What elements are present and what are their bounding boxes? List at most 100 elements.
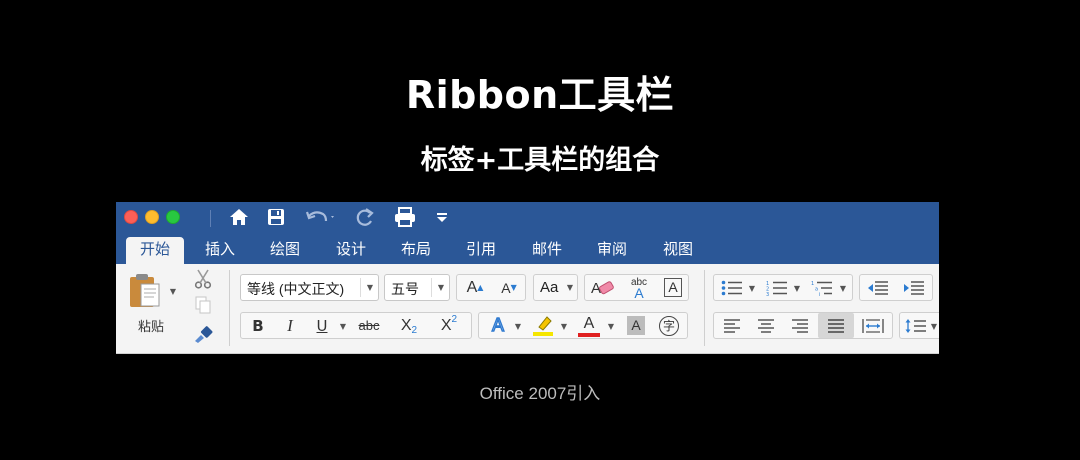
italic-button[interactable]: I bbox=[275, 314, 305, 337]
font-color-swatch bbox=[578, 332, 600, 337]
tab-design[interactable]: 设计 bbox=[327, 235, 375, 264]
zoom-window-button[interactable] bbox=[166, 210, 180, 224]
text-tools-group: A abc A A bbox=[584, 274, 689, 301]
title-bar-divider bbox=[210, 210, 211, 227]
format-painter-icon[interactable] bbox=[192, 323, 214, 345]
word-window: 开始 插入 绘图 设计 布局 引用 邮件 审阅 视图 ▼ 粘贴 等线 (中文正文… bbox=[116, 202, 939, 354]
phonetic-bottom-text: A bbox=[634, 284, 644, 301]
line-spacing-chevron-down-icon[interactable]: ▼ bbox=[929, 319, 939, 333]
tab-review[interactable]: 审阅 bbox=[588, 235, 636, 264]
distributed-icon[interactable] bbox=[856, 314, 890, 337]
cut-icon[interactable] bbox=[192, 268, 214, 290]
indent-group bbox=[859, 274, 933, 301]
grow-font-button[interactable]: A ▲ bbox=[459, 276, 491, 299]
tab-insert[interactable]: 插入 bbox=[196, 235, 244, 264]
change-case-glyph: Aa bbox=[540, 279, 559, 296]
numbering-icon[interactable]: 123 bbox=[762, 276, 792, 299]
character-shading-button[interactable]: A bbox=[622, 314, 650, 337]
slide-subtitle: 标签+工具栏的组合 bbox=[420, 145, 660, 176]
justify-icon[interactable] bbox=[818, 313, 854, 338]
customize-icon[interactable] bbox=[434, 204, 450, 230]
arrow-down-icon: ▼ bbox=[510, 283, 517, 292]
superscript-mark: 2 bbox=[451, 314, 458, 325]
subscript-button[interactable]: X2 bbox=[391, 314, 427, 337]
font-effects-group: A ▼ ▼ A ▼ A 字 bbox=[478, 312, 688, 339]
character-border-glyph: A bbox=[664, 278, 682, 297]
highlight-chevron-down-icon[interactable]: ▼ bbox=[559, 319, 569, 333]
multilevel-list-icon[interactable]: 1ai bbox=[807, 276, 837, 299]
font-color-button[interactable]: A bbox=[573, 313, 605, 338]
tab-home[interactable]: 开始 bbox=[126, 237, 184, 264]
text-effects-chevron-down-icon[interactable]: ▼ bbox=[513, 319, 523, 333]
line-spacing-group: ▼ bbox=[899, 312, 939, 339]
svg-text:i: i bbox=[819, 292, 820, 296]
paste-icon[interactable] bbox=[126, 270, 162, 310]
change-case-button[interactable]: Aa ▼ bbox=[533, 274, 578, 301]
shrink-font-button[interactable]: A ▼ bbox=[493, 276, 525, 299]
paste-label[interactable]: 粘贴 bbox=[130, 314, 172, 336]
underline-button[interactable]: U bbox=[307, 314, 337, 337]
alignment-group bbox=[713, 312, 893, 339]
print-icon[interactable] bbox=[392, 204, 418, 230]
svg-text:a: a bbox=[815, 286, 818, 292]
svg-text:3: 3 bbox=[766, 292, 769, 296]
arrow-up-icon: ▲ bbox=[477, 283, 484, 292]
chevron-down-icon: ▼ bbox=[437, 283, 444, 292]
multilevel-chevron-down-icon[interactable]: ▼ bbox=[838, 281, 848, 295]
text-effects-glyph: A bbox=[491, 314, 504, 335]
phonetic-guide-button[interactable]: abc A bbox=[623, 275, 655, 300]
font-style-group: B I U ▼ abc X2 X2 bbox=[240, 312, 472, 339]
font-color-glyph: A bbox=[583, 314, 595, 332]
copy-icon[interactable] bbox=[192, 294, 214, 316]
font-size-value: 五号 bbox=[391, 281, 419, 297]
font-size-adjust-group: A ▲ A ▼ bbox=[456, 274, 526, 301]
increase-indent-icon[interactable] bbox=[898, 276, 930, 299]
line-spacing-icon[interactable] bbox=[903, 314, 929, 337]
align-center-icon[interactable] bbox=[750, 314, 782, 337]
text-effects-button[interactable]: A bbox=[483, 314, 513, 337]
title-bar: 开始 插入 绘图 设计 布局 引用 邮件 审阅 视图 bbox=[116, 202, 939, 264]
ribbon-toolbar: ▼ 粘贴 等线 (中文正文) ▼ 五号 ▼ A ▲ A ▼ Aa ▼ A abc… bbox=[116, 264, 939, 354]
font-size-select[interactable]: 五号 ▼ bbox=[384, 274, 450, 301]
select-divider bbox=[360, 278, 361, 297]
window-controls bbox=[124, 210, 180, 224]
bullets-chevron-down-icon[interactable]: ▼ bbox=[747, 281, 757, 295]
list-group: ▼ 123 ▼ 1ai ▼ bbox=[713, 274, 853, 301]
save-icon[interactable] bbox=[264, 204, 288, 230]
tab-references[interactable]: 引用 bbox=[457, 235, 505, 264]
underline-chevron-down-icon[interactable]: ▼ bbox=[337, 319, 349, 333]
font-family-select[interactable]: 等线 (中文正文) ▼ bbox=[240, 274, 379, 301]
ribbon-tabs: 开始 插入 绘图 设计 布局 引用 邮件 审阅 视图 bbox=[116, 235, 939, 264]
clear-formatting-icon[interactable]: A bbox=[587, 276, 619, 299]
select-divider bbox=[431, 278, 432, 297]
home-icon[interactable] bbox=[226, 204, 252, 230]
enclose-characters-glyph: 字 bbox=[659, 315, 679, 336]
grow-font-glyph: A bbox=[466, 278, 478, 296]
character-border-button[interactable]: A bbox=[659, 276, 687, 299]
superscript-button[interactable]: X2 bbox=[431, 314, 467, 337]
subscript-mark: 2 bbox=[411, 325, 418, 336]
font-color-chevron-down-icon[interactable]: ▼ bbox=[606, 319, 616, 333]
redo-icon[interactable] bbox=[352, 204, 378, 230]
minimize-window-button[interactable] bbox=[145, 210, 159, 224]
undo-icon[interactable] bbox=[304, 204, 338, 230]
strikethrough-button[interactable]: abc bbox=[351, 314, 387, 337]
font-divider bbox=[704, 270, 705, 346]
bullets-icon[interactable] bbox=[717, 276, 747, 299]
bold-button[interactable]: B bbox=[243, 314, 273, 337]
close-window-button[interactable] bbox=[124, 210, 138, 224]
highlight-icon[interactable] bbox=[527, 314, 559, 337]
caption: Office 2007引入 bbox=[479, 384, 601, 403]
paste-options-chevron-down-icon[interactable]: ▼ bbox=[168, 286, 178, 296]
tab-view[interactable]: 视图 bbox=[654, 235, 702, 264]
subscript-base: X bbox=[400, 316, 412, 334]
decrease-indent-icon[interactable] bbox=[862, 276, 894, 299]
tab-layout[interactable]: 布局 bbox=[392, 235, 440, 264]
clipboard-divider bbox=[229, 270, 230, 346]
align-left-icon[interactable] bbox=[716, 314, 748, 337]
tab-mailings[interactable]: 邮件 bbox=[523, 235, 571, 264]
tab-draw[interactable]: 绘图 bbox=[261, 235, 309, 264]
enclose-characters-button[interactable]: 字 bbox=[654, 314, 684, 337]
numbering-chevron-down-icon[interactable]: ▼ bbox=[792, 281, 802, 295]
align-right-icon[interactable] bbox=[784, 314, 816, 337]
